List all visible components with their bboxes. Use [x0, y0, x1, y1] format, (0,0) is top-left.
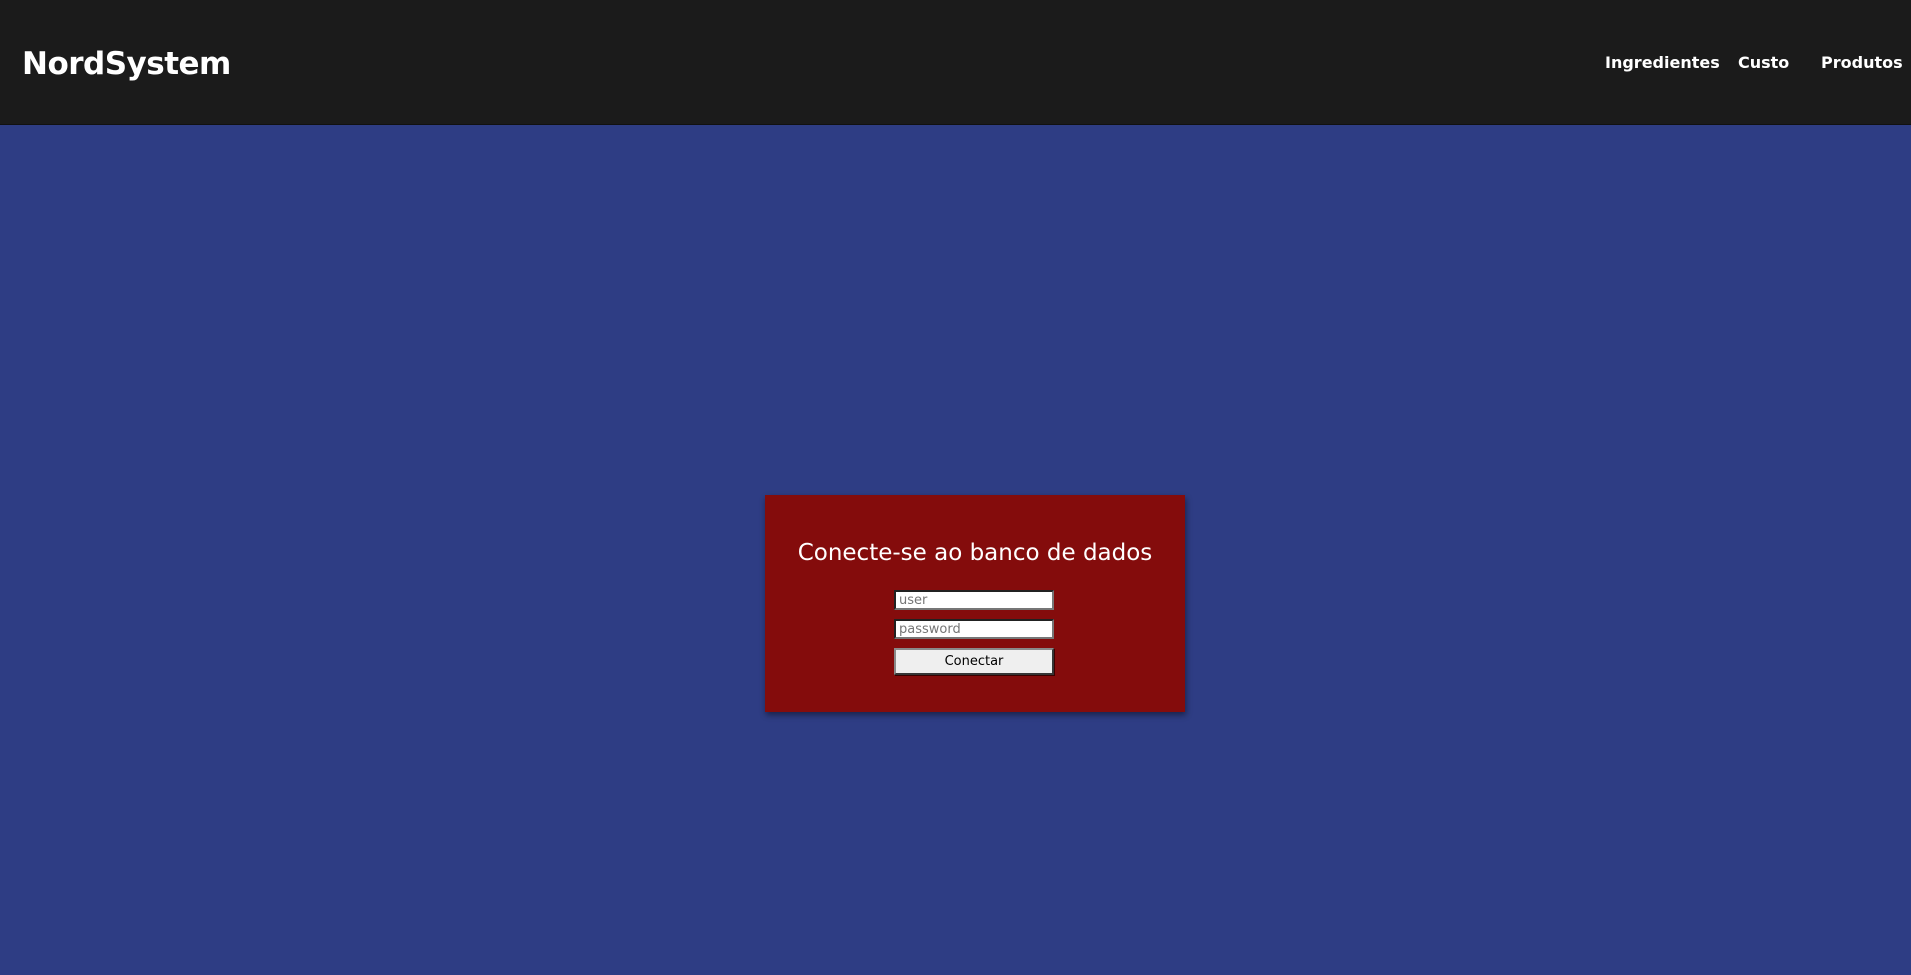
main-content: Conecte-se ao banco de dados Conectar: [0, 125, 1911, 975]
password-input[interactable]: [894, 619, 1054, 639]
login-title: Conecte-se ao banco de dados: [797, 540, 1153, 566]
top-navbar: NordSystem Ingredientes Custo Produtos: [0, 0, 1911, 125]
nav-link-custo[interactable]: Custo: [1738, 52, 1789, 74]
connect-button[interactable]: Conectar: [894, 648, 1054, 675]
nav-link-ingredientes[interactable]: Ingredientes: [1605, 52, 1720, 74]
brand-logo-text[interactable]: NordSystem: [22, 44, 231, 84]
user-input[interactable]: [894, 590, 1054, 610]
nav-link-produtos[interactable]: Produtos: [1821, 52, 1903, 74]
login-card: Conecte-se ao banco de dados Conectar: [765, 495, 1185, 712]
